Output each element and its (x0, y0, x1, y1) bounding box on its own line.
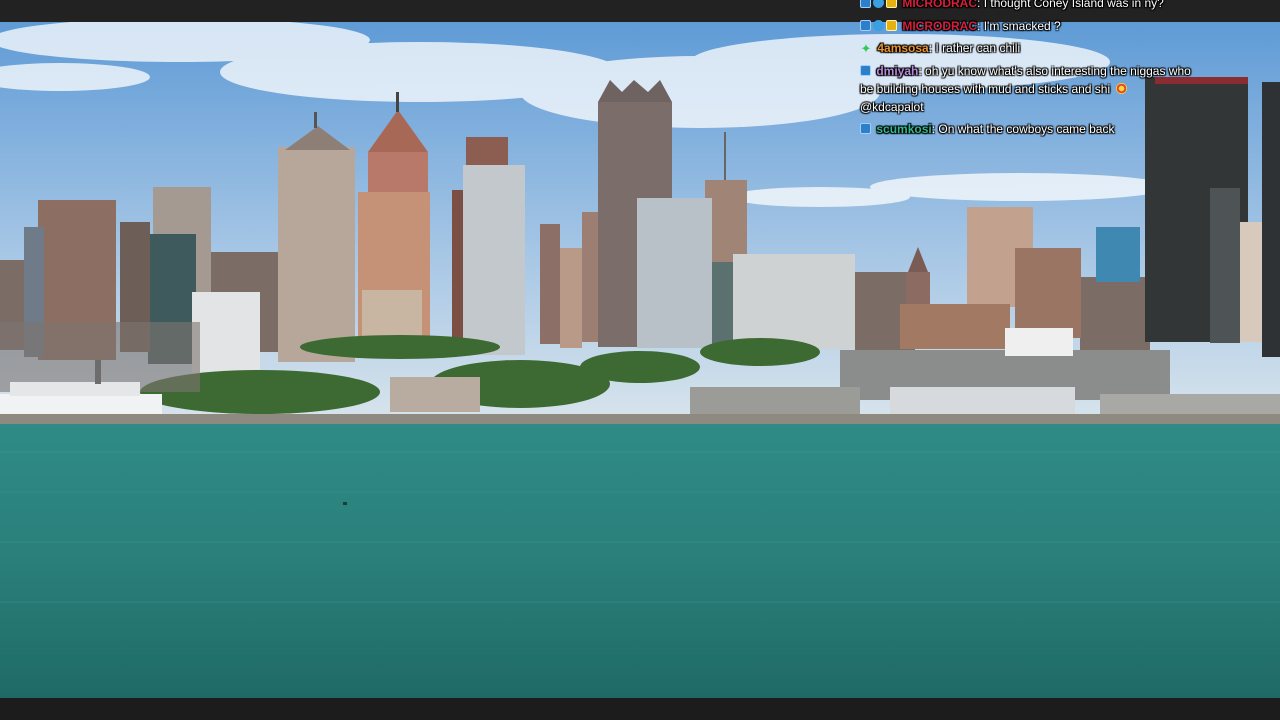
blue-badge-icon (860, 0, 871, 8)
blue-badge-icon (860, 19, 871, 31)
chat-username[interactable]: MICRODRAC (902, 0, 977, 10)
blue-badge-icon (860, 64, 871, 76)
globe-badge-icon (873, 19, 884, 31)
chat-message: scumkosi: On what the cowboys came back (860, 120, 1205, 138)
bottom-letterbox-bar (0, 698, 1280, 720)
chat-message: ✦ 4amsosa: I rather can chili (860, 39, 1205, 57)
chat-separator: : (928, 41, 933, 56)
gold-badge-icon (886, 0, 897, 8)
chat-text: On what the cowboys came back (938, 122, 1115, 137)
chat-separator: : (977, 0, 981, 10)
chat-message: MICRODRAC: I thought Coney Island was in… (860, 0, 1205, 12)
chat-message: MICRODRAC: I'm smacked ? (860, 17, 1205, 35)
chat-username[interactable]: scumkosi (876, 122, 931, 136)
chat-text: I rather can chili (935, 41, 1021, 56)
chat-text: I'm smacked ? (983, 18, 1061, 33)
chat-username[interactable]: dmiyah (876, 64, 918, 78)
chat-overlay: MICRODRAC: I thought Coney Island was in… (860, 0, 1205, 143)
green-badge-icon: ✦ (860, 41, 872, 57)
chat-username[interactable]: MICRODRAC (902, 19, 977, 33)
globe-badge-icon (873, 0, 884, 8)
chat-separator: : (977, 18, 981, 33)
lifebuoy-emoji-icon (1115, 82, 1127, 94)
gold-badge-icon (886, 19, 897, 31)
blue-badge-icon (860, 123, 871, 135)
chat-message: dmiyah: oh yu know what's also interesti… (860, 62, 1205, 116)
chat-username[interactable]: 4amsosa (877, 41, 928, 55)
chat-text: I thought Coney Island was in ny? (983, 0, 1164, 10)
chat-separator: : (918, 63, 922, 78)
chat-separator: : (931, 122, 936, 137)
chat-mention[interactable]: @kdcapalot (860, 100, 924, 114)
